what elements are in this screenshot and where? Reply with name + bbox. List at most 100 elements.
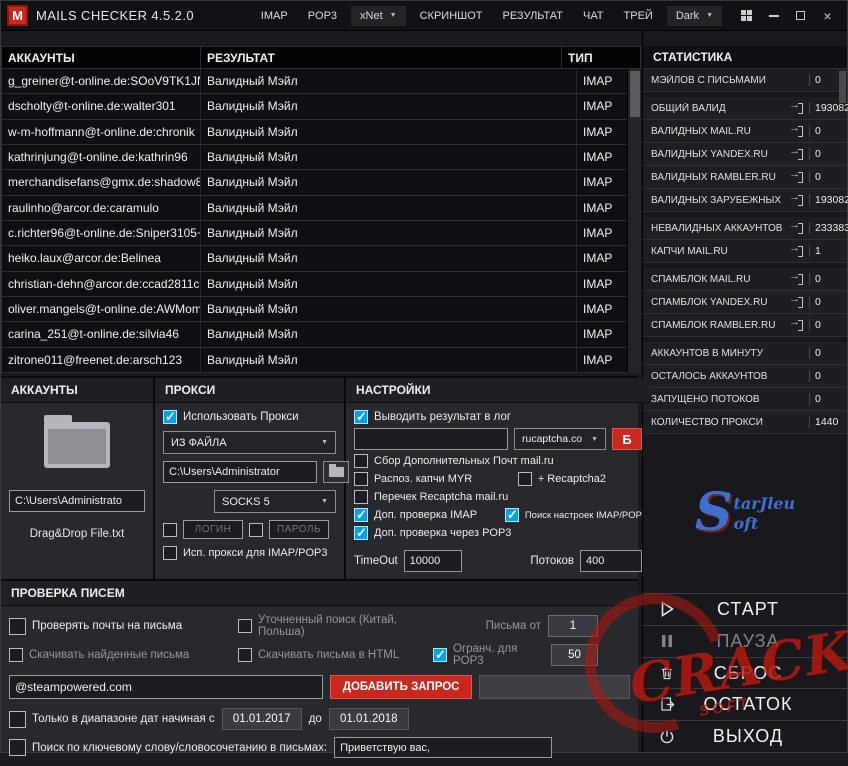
proxy-type-select[interactable]: SOCKS 5 ▼ (214, 490, 336, 513)
export-icon[interactable] (789, 126, 805, 137)
apps-grid-icon[interactable] (733, 4, 760, 28)
keyword-search-checkbox[interactable]: Поиск по ключевому слову/словосочетанию … (9, 739, 327, 756)
accounts-panel: АККАУНТЫ Drag&Drop File.txt (1, 378, 155, 579)
table-rows: g_greiner@t-online.de:SOoV9TK1JNВалидный… (1, 69, 641, 373)
download-html-checkbox[interactable]: Скачивать письма в HTML (238, 648, 426, 662)
stat-value: 193082 (809, 194, 847, 206)
imap-extra-check-checkbox[interactable]: Доп. проверка IMAP (354, 508, 477, 522)
table-row[interactable]: kathrinjung@t-online.de:kathrin96Валидны… (1, 145, 641, 170)
result-cell: Валидный Мэйл (201, 120, 577, 144)
checkbox-icon (9, 618, 26, 635)
proxy-source-select[interactable]: ИЗ ФАЙЛА ▼ (163, 431, 336, 454)
table-row[interactable]: dscholty@t-online.de:walter301Валидный М… (1, 94, 641, 119)
threads-label: Потоков (530, 555, 574, 567)
recognize-captcha-checkbox[interactable]: Распоз. капчи MYR (354, 472, 472, 486)
maximize-button[interactable] (787, 4, 814, 28)
recheck-recaptcha-checkbox[interactable]: Перечек Recaptcha mail.ru (354, 490, 642, 504)
collect-extra-mail-checkbox[interactable]: Сбор Дополнительных Почт mail.ru (354, 454, 642, 468)
stat-row: КОЛИЧЕСТВО ПРОКСИ1440 (643, 411, 847, 434)
menu-pop3[interactable]: POP3 (299, 5, 346, 27)
proxy-login-input[interactable] (183, 520, 243, 539)
export-icon[interactable] (789, 320, 805, 331)
table-row[interactable]: w-m-hoffmann@t-online.de:chronikВалидный… (1, 120, 641, 145)
proxy-password-input[interactable] (269, 520, 329, 539)
export-icon[interactable] (789, 246, 805, 257)
statistics-title: СТАТИСТИКА (643, 46, 847, 69)
table-row[interactable]: c.richter96@t-online.de:Sniper3105+Валид… (1, 221, 641, 246)
letters-from-input[interactable]: 1 (548, 615, 598, 637)
pause-button[interactable]: ПАУЗА (643, 625, 847, 657)
table-row[interactable]: carina_251@t-online.de:silvia46Валидный … (1, 322, 641, 347)
menu-imap[interactable]: IMAP (252, 5, 297, 27)
query-list-button[interactable] (479, 675, 630, 699)
table-scrollbar[interactable] (627, 69, 641, 373)
refined-search-checkbox[interactable]: Уточненный поиск (Китай, Польша) (238, 614, 426, 638)
table-row[interactable]: g_greiner@t-online.de:SOoV9TK1JNВалидный… (1, 69, 641, 94)
statistics-panel: СТАТИСТИКА МЭЙЛОВ С ПИСЬМАМИ0 ОБЩИЙ ВАЛИ… (642, 31, 847, 752)
use-proxy-checkbox[interactable]: Использовать Прокси (163, 410, 336, 424)
column-header-result[interactable]: РЕЗУЛЬТАТ (201, 47, 562, 68)
limit-pop3-input[interactable]: 50 (551, 644, 598, 666)
accounts-file-path-input[interactable] (9, 490, 145, 512)
download-found-checkbox[interactable]: Скачивать найденные письма (9, 648, 231, 662)
exit-button[interactable]: ВЫХОД (643, 720, 847, 752)
limit-pop3-checkbox[interactable]: Огранч. для POP3 (433, 643, 544, 667)
balance-button[interactable]: Б (612, 428, 642, 450)
keyword-input[interactable] (334, 737, 552, 758)
result-cell: Валидный Мэйл (201, 246, 577, 270)
export-icon[interactable] (789, 274, 805, 285)
table-row[interactable]: heiko.laux@arcor.de:BelineaВалидный Мэйл… (1, 246, 641, 271)
minimize-button[interactable] (760, 4, 787, 28)
stat-label: ВАЛИДНЫХ RAMBLER.RU (643, 172, 789, 183)
check-mail-letters-checkbox[interactable]: Проверять почты на письма (9, 618, 231, 635)
export-icon[interactable] (789, 297, 805, 308)
timeout-input[interactable] (404, 550, 462, 572)
proxy-for-imap-pop3-checkbox[interactable]: Исп. прокси для IMAP/POP3 (163, 546, 336, 560)
account-cell: zitrone011@freenet.de:arsch123 (2, 348, 201, 372)
menu-screenshot[interactable]: СКРИНШОТ (411, 5, 492, 27)
start-button[interactable]: СТАРТ (643, 593, 847, 625)
scrollbar-thumb[interactable] (630, 71, 640, 117)
menu-result[interactable]: РЕЗУЛЬТАТ (494, 5, 572, 27)
menu-chat[interactable]: ЧАТ (574, 5, 613, 27)
table-row[interactable]: oliver.mangels@t-online.de:AWMomВалидный… (1, 297, 641, 322)
app-logo-icon: M (7, 5, 28, 26)
table-row[interactable]: merchandisefans@gmx.de:shadow87Валидный … (1, 170, 641, 195)
settings-panel-title: НАСТРОЙКИ (346, 378, 650, 403)
stats-scrollbar-thumb[interactable] (839, 71, 846, 103)
export-icon[interactable] (789, 195, 805, 206)
export-icon[interactable] (789, 103, 805, 114)
log-output-checkbox[interactable]: Выводить результат в лог (354, 410, 642, 424)
table-row[interactable]: raulinho@arcor.de:caramuloВалидный МэйлI… (1, 196, 641, 221)
add-query-button[interactable]: ДОБАВИТЬ ЗАПРОС (330, 675, 471, 699)
proxy-file-path-input[interactable] (163, 461, 317, 483)
recaptcha2-checkbox[interactable]: + Recaptcha2 (518, 472, 606, 486)
proxy-login-checkbox[interactable] (163, 523, 177, 537)
captcha-key-input[interactable] (354, 428, 508, 450)
query-input[interactable] (9, 675, 323, 699)
rest-button[interactable]: ОСТАТОК (643, 688, 847, 720)
xnet-select[interactable]: xNet ▼ (351, 6, 406, 26)
theme-select[interactable]: Dark ▼ (667, 6, 722, 26)
export-icon[interactable] (789, 223, 805, 234)
column-header-type[interactable]: ТИП (562, 47, 640, 68)
folder-icon[interactable] (44, 422, 110, 468)
date-from-picker[interactable]: 01.01.2017 (222, 708, 302, 730)
start-label: СТАРТ (691, 599, 847, 620)
reset-button[interactable]: СБРОС (643, 657, 847, 689)
close-button[interactable]: × (814, 4, 841, 28)
table-row[interactable]: christian-dehn@arcor.de:ccad2811ccВалидн… (1, 272, 641, 297)
export-icon[interactable] (789, 149, 805, 160)
imap-pop-settings-checkbox[interactable]: Поиск настроек IMAP/POP (505, 508, 642, 522)
date-to-picker[interactable]: 01.01.2018 (329, 708, 409, 730)
export-icon[interactable] (789, 172, 805, 183)
column-header-accounts[interactable]: АККАУНТЫ (2, 47, 201, 68)
menu-tray[interactable]: ТРЕЙ (615, 5, 662, 27)
date-range-checkbox[interactable]: Только в диапазоне дат начиная с (9, 711, 215, 728)
proxy-password-checkbox[interactable] (249, 523, 263, 537)
threads-input[interactable] (580, 550, 642, 572)
pop3-extra-check-checkbox[interactable]: Доп. проверка через POP3 (354, 526, 642, 540)
checkbox-icon (505, 508, 519, 522)
captcha-service-select[interactable]: rucaptcha.co ▼ (514, 428, 606, 450)
table-row[interactable]: zitrone011@freenet.de:arsch123Валидный М… (1, 348, 641, 373)
